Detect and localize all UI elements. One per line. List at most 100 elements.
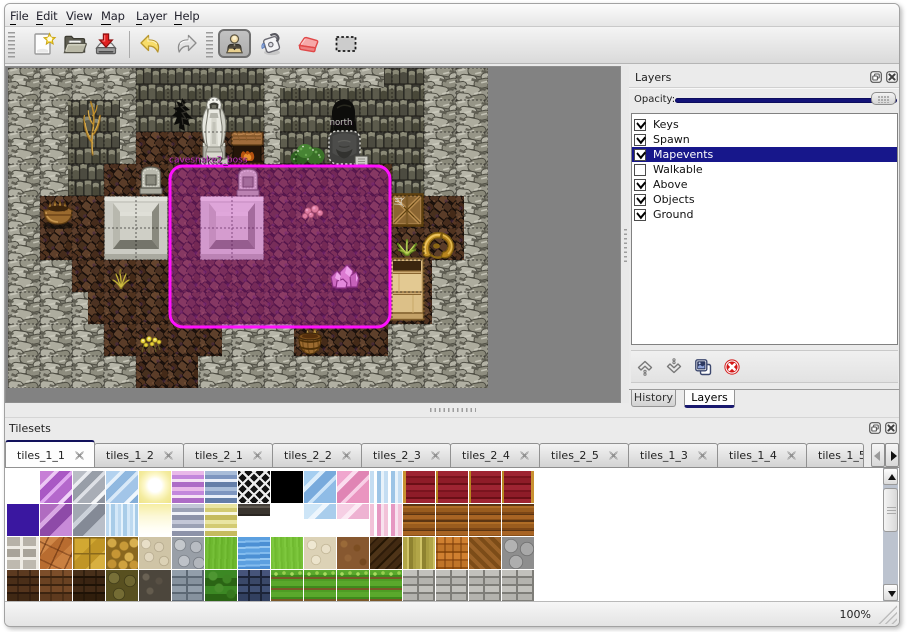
resize-grip[interactable] bbox=[875, 604, 897, 624]
toolbar-drag-handle[interactable] bbox=[206, 32, 213, 59]
tile-glow-yellow[interactable] bbox=[139, 471, 171, 503]
tile-carpet-m[interactable] bbox=[436, 471, 468, 503]
tile-grass2[interactable] bbox=[271, 537, 303, 569]
tile-lattice[interactable] bbox=[238, 471, 270, 503]
scroll-down-button[interactable] bbox=[883, 584, 898, 601]
tileset-tab-tiles_1_3[interactable]: tiles_1_3 bbox=[628, 443, 718, 468]
tab-close-icon[interactable] bbox=[697, 450, 708, 461]
tab-close-icon[interactable] bbox=[430, 450, 441, 461]
tile-crystal-pink[interactable] bbox=[337, 471, 369, 503]
tab-layers[interactable]: Layers bbox=[684, 390, 735, 408]
layer-checkbox[interactable] bbox=[634, 179, 646, 191]
tile-grass-rows[interactable] bbox=[337, 570, 369, 602]
tile-crystal-purple2[interactable] bbox=[40, 504, 72, 536]
tile-stripes-yellow[interactable] bbox=[205, 504, 237, 536]
tile-pebbles-dark[interactable] bbox=[139, 570, 171, 602]
tile-cobbles-gray[interactable] bbox=[172, 537, 204, 569]
tile-stripes-pink[interactable] bbox=[172, 471, 204, 503]
tile-dirt-brown[interactable] bbox=[337, 537, 369, 569]
tab-close-icon[interactable] bbox=[608, 450, 619, 461]
tile-logs-dark[interactable] bbox=[370, 537, 402, 569]
tileset-scrollbar[interactable] bbox=[883, 468, 898, 601]
float-panel-button[interactable] bbox=[870, 71, 882, 83]
tile-bricks-brown[interactable] bbox=[40, 570, 72, 602]
tabs-scroll-left-button[interactable] bbox=[871, 443, 885, 467]
tile-planks[interactable] bbox=[469, 504, 501, 536]
toolbar-drag-handle[interactable] bbox=[8, 32, 15, 59]
tile-bricks-blue[interactable] bbox=[238, 570, 270, 602]
layer-checkbox[interactable] bbox=[634, 194, 646, 206]
eraser-tool-button[interactable] bbox=[295, 31, 321, 57]
tile-carpet-m[interactable] bbox=[469, 471, 501, 503]
tile-hedge[interactable] bbox=[205, 570, 237, 602]
tile-planks[interactable] bbox=[403, 504, 435, 536]
tileset-tab-tiles_2_5[interactable]: tiles_2_5 bbox=[539, 443, 629, 468]
tile-bricks-db[interactable] bbox=[7, 570, 39, 602]
tileset-tab-tiles_2_3[interactable]: tiles_2_3 bbox=[361, 443, 451, 468]
tile-crystal-gray[interactable] bbox=[73, 471, 105, 503]
menu-map[interactable]: Map bbox=[99, 8, 127, 25]
tileset-tab-tiles_2_1[interactable]: tiles_2_1 bbox=[183, 443, 273, 468]
layer-checkbox[interactable] bbox=[634, 164, 646, 176]
tile-brickwall[interactable] bbox=[403, 570, 435, 602]
menu-file[interactable]: File bbox=[8, 8, 30, 25]
layer-row-walkable[interactable]: Walkable bbox=[632, 162, 897, 177]
tile-grass1[interactable] bbox=[205, 537, 237, 569]
float-panel-button[interactable] bbox=[869, 422, 881, 434]
tile-crystal-gray2[interactable] bbox=[73, 504, 105, 536]
tile-pebbles-beige[interactable] bbox=[139, 537, 171, 569]
layer-row-objects[interactable]: Objects bbox=[632, 192, 897, 207]
vertical-splitter[interactable] bbox=[621, 66, 629, 403]
tile-stone-blocks[interactable] bbox=[7, 537, 39, 569]
tile-glass-pink-sm[interactable] bbox=[337, 504, 369, 536]
tile-herringbone[interactable] bbox=[469, 537, 501, 569]
tab-close-icon[interactable] bbox=[163, 450, 174, 461]
selection-rectangle[interactable] bbox=[170, 166, 390, 327]
tile-tiles-yellow[interactable] bbox=[73, 537, 105, 569]
tile-grass-rows[interactable] bbox=[304, 570, 336, 602]
tile-wall-grayblue[interactable] bbox=[172, 570, 204, 602]
tab-close-icon[interactable] bbox=[252, 450, 263, 461]
tile-stripes-blue[interactable] bbox=[205, 471, 237, 503]
lower-layer-button[interactable] bbox=[665, 358, 683, 376]
scrollbar-thumb[interactable] bbox=[883, 488, 898, 532]
tileset-tab-tiles_1_4[interactable]: tiles_1_4 bbox=[717, 443, 807, 468]
redo-button[interactable] bbox=[173, 31, 199, 57]
opacity-slider[interactable] bbox=[675, 98, 897, 103]
tab-close-icon[interactable] bbox=[786, 450, 797, 461]
menu-help[interactable]: Help bbox=[172, 8, 201, 25]
tabs-scroll-right-button[interactable] bbox=[885, 443, 899, 467]
layer-checkbox[interactable] bbox=[634, 119, 646, 131]
tile-cloth-blue[interactable] bbox=[370, 471, 402, 503]
tile-crystal-lblue[interactable] bbox=[304, 471, 336, 503]
tile-brickwall[interactable] bbox=[469, 570, 501, 602]
tileset-tab-tiles_1_2[interactable]: tiles_1_2 bbox=[94, 443, 184, 468]
close-panel-button[interactable] bbox=[885, 422, 897, 434]
tile-grass-rows[interactable] bbox=[271, 570, 303, 602]
opacity-slider-handle[interactable] bbox=[871, 92, 896, 105]
tileset-tab-tiles_2_2[interactable]: tiles_2_2 bbox=[272, 443, 362, 468]
delete-layer-button[interactable] bbox=[723, 358, 741, 376]
tile-water-shimmer[interactable] bbox=[106, 504, 138, 536]
tile-black[interactable] bbox=[271, 471, 303, 503]
layer-row-spawn[interactable]: Spawn bbox=[632, 132, 897, 147]
layer-checkbox[interactable] bbox=[634, 209, 646, 221]
horizontal-splitter[interactable] bbox=[5, 403, 899, 417]
tab-close-icon[interactable] bbox=[341, 450, 352, 461]
person-tool-button[interactable] bbox=[218, 29, 251, 58]
fill-tool-button[interactable] bbox=[258, 31, 284, 57]
tile-weave-orange[interactable] bbox=[436, 537, 468, 569]
tile-grass-rows[interactable] bbox=[370, 570, 402, 602]
save-button[interactable] bbox=[93, 31, 119, 57]
map-canvas[interactable]: northnorthcavesnake2_bosscavesnake2_boss bbox=[5, 66, 621, 403]
layer-row-above[interactable]: Above bbox=[632, 177, 897, 192]
tileset-tab-tiles_1_5[interactable]: tiles_1_5 bbox=[806, 443, 864, 468]
tile-stones-olive[interactable] bbox=[106, 570, 138, 602]
tile-glow-fade[interactable] bbox=[139, 504, 171, 536]
map-viewport[interactable]: northnorthcavesnake2_bosscavesnake2_boss bbox=[8, 68, 488, 388]
tileset-view[interactable] bbox=[5, 467, 899, 602]
select-tool-button[interactable] bbox=[333, 31, 359, 57]
tab-history[interactable]: History bbox=[631, 390, 676, 407]
tile-stones-gray[interactable] bbox=[502, 537, 534, 569]
tileset-tab-tiles_2_4[interactable]: tiles_2_4 bbox=[450, 443, 540, 468]
